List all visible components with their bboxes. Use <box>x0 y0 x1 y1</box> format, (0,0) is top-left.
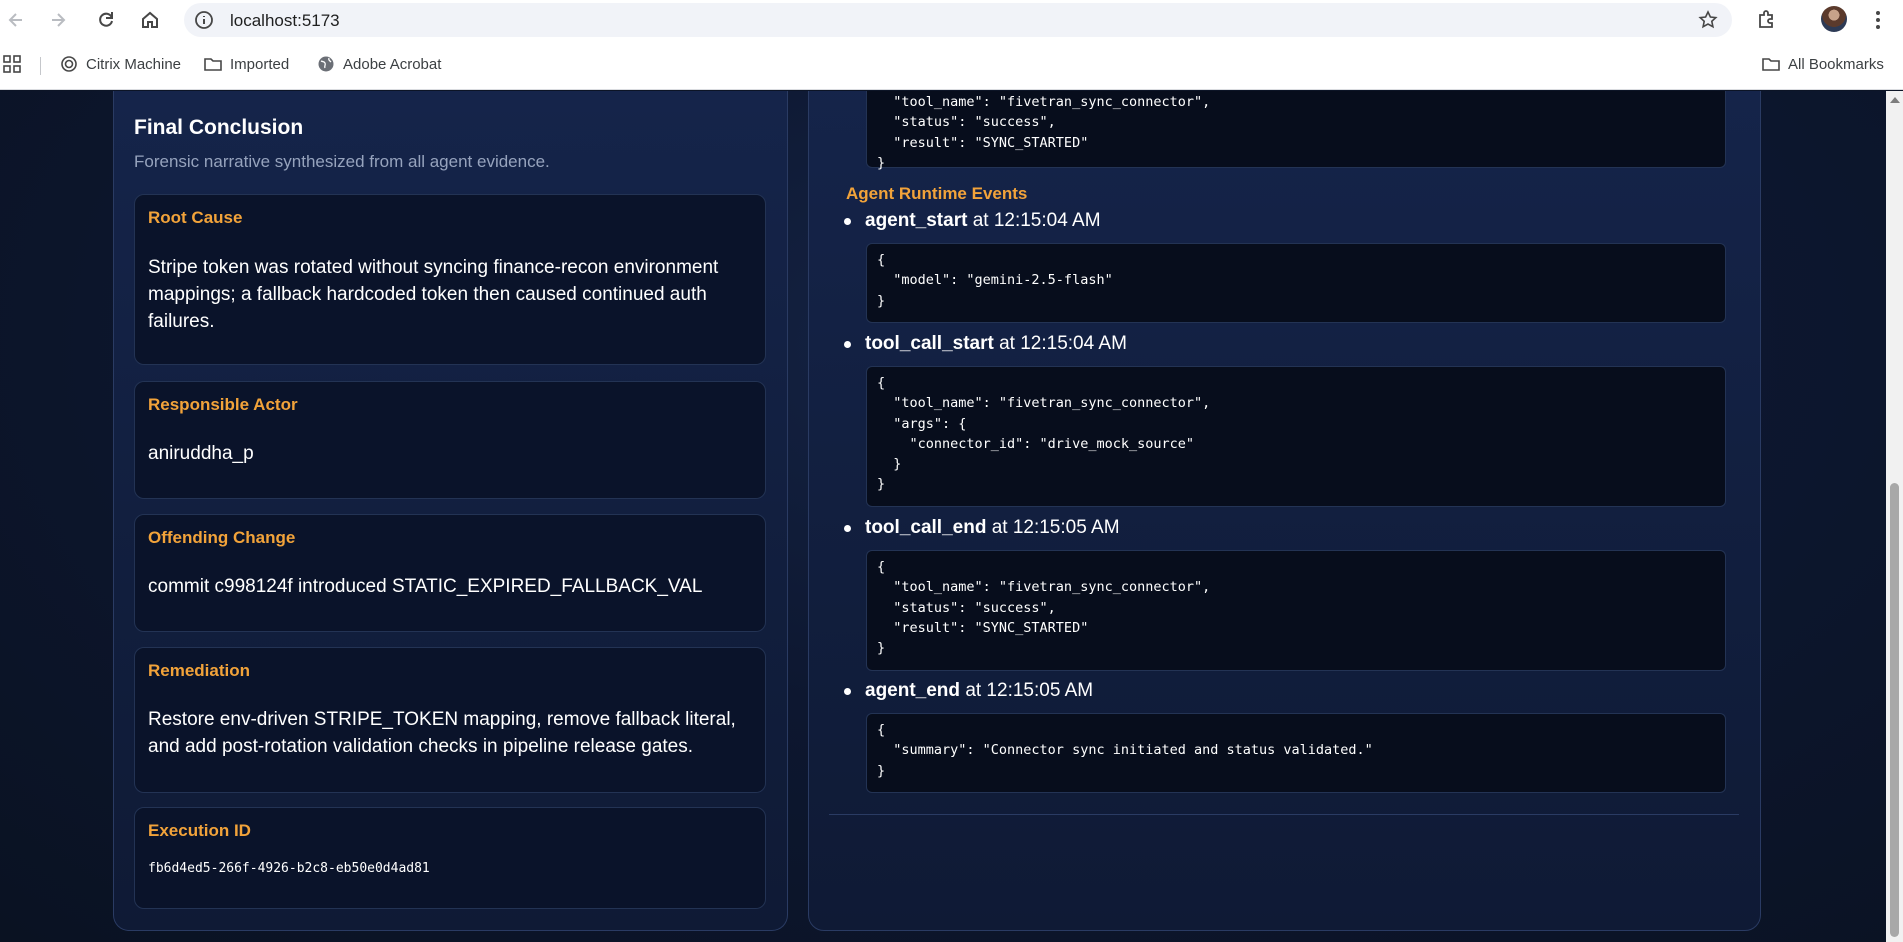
conclusion-subtitle: Forensic narrative synthesized from all … <box>134 152 550 171</box>
card-label: Root Cause <box>148 208 243 227</box>
scroll-up-arrow-icon[interactable] <box>1890 97 1900 103</box>
extensions-icon[interactable] <box>1755 8 1779 32</box>
bookmark-citrix[interactable]: Citrix Machine <box>60 55 181 73</box>
bookmark-imported[interactable]: Imported <box>204 55 289 73</box>
reload-button[interactable] <box>92 6 120 34</box>
url-text[interactable]: localhost:5173 <box>230 11 340 31</box>
bullet <box>844 524 851 532</box>
home-button[interactable] <box>136 6 164 34</box>
bookmarks-bar: Citrix Machine Imported Adobe Acrobat Al… <box>0 40 1903 90</box>
apps-button[interactable] <box>3 55 21 73</box>
scrollbar-thumb[interactable] <box>1890 483 1899 937</box>
profile-avatar[interactable] <box>1821 6 1847 32</box>
card-text: aniruddha_p <box>148 443 254 464</box>
offending-change-card: Offending Change commit c998124f introdu… <box>134 514 766 632</box>
bookmark-label: Imported <box>230 55 290 73</box>
responsible-actor-card: Responsible Actor aniruddha_p <box>134 381 766 499</box>
tool-output-code-block: "tool_name": "fivetran_sync_connector", … <box>866 91 1726 171</box>
bookmark-adobe-acrobat[interactable]: Adobe Acrobat <box>317 55 441 73</box>
browser-toolbar: localhost:5173 <box>0 0 1903 40</box>
event-agent-end: agent_end at 12:15:05 AM <box>844 680 1093 702</box>
bookmarks-separator <box>40 57 41 75</box>
bookmark-label: Adobe Acrobat <box>343 55 442 73</box>
apps-grid-icon <box>3 55 21 73</box>
runtime-events-heading: Agent Runtime Events <box>846 184 1028 203</box>
address-bar[interactable]: localhost:5173 <box>184 3 1732 37</box>
event-name: agent_end <box>865 680 961 701</box>
root-cause-card: Root Cause Stripe token was rotated with… <box>134 194 766 365</box>
event-payload-code: { "summary": "Connector sync initiated a… <box>866 713 1726 793</box>
card-label: Responsible Actor <box>148 395 298 414</box>
conclusion-title: Final Conclusion <box>134 116 304 139</box>
event-time: at 12:15:04 AM <box>999 333 1127 354</box>
card-text: Stripe token was rotated without syncing… <box>148 257 719 332</box>
inner-panel-bottom-border <box>829 814 1739 815</box>
execution-id-value: fb6d4ed5-266f-4926-b2c8-eb50e0d4ad81 <box>148 861 430 876</box>
event-payload-code: { "tool_name": "fivetran_sync_connector"… <box>866 366 1726 507</box>
agent-runtime-panel: "tool_name": "fivetran_sync_connector", … <box>808 91 1761 931</box>
event-payload-code: { "tool_name": "fivetran_sync_connector"… <box>866 550 1726 671</box>
bullet <box>844 217 851 225</box>
card-text: commit c998124f introduced STATIC_EXPIRE… <box>148 576 703 597</box>
event-time: at 12:15:05 AM <box>965 680 1094 701</box>
info-icon[interactable] <box>194 10 214 30</box>
event-agent-start: agent_start at 12:15:04 AM <box>844 210 1101 232</box>
globe-icon <box>318 56 334 72</box>
reload-icon <box>99 12 113 27</box>
citrix-icon <box>61 56 77 72</box>
all-bookmarks-button[interactable]: All Bookmarks <box>1762 55 1884 73</box>
page-viewport: Final Conclusion Forensic narrative synt… <box>0 91 1886 942</box>
forward-button[interactable] <box>44 6 72 34</box>
event-name: agent_start <box>865 210 968 231</box>
event-name: tool_call_start <box>865 333 994 354</box>
all-bookmarks-label: All Bookmarks <box>1788 55 1884 73</box>
card-label: Offending Change <box>148 528 296 547</box>
home-icon <box>142 11 158 28</box>
event-tool-call-end: tool_call_end at 12:15:05 AM <box>844 517 1120 539</box>
page-scrollbar[interactable] <box>1886 91 1903 942</box>
event-name: tool_call_end <box>865 517 987 538</box>
bullet <box>844 687 851 695</box>
card-label: Execution ID <box>148 821 251 840</box>
card-label: Remediation <box>148 661 251 680</box>
execution-id-card: Execution ID fb6d4ed5-266f-4926-b2c8-eb5… <box>134 807 766 909</box>
event-time: at 12:15:05 AM <box>991 517 1120 538</box>
arrow-right-icon <box>52 13 66 27</box>
final-conclusion-panel: Final Conclusion Forensic narrative synt… <box>113 91 788 931</box>
card-text: Restore env-driven STRIPE_TOKEN mapping,… <box>148 709 736 757</box>
event-tool-call-start: tool_call_start at 12:15:04 AM <box>844 333 1127 355</box>
back-button[interactable] <box>2 6 30 34</box>
bookmark-star-icon[interactable] <box>1698 10 1718 30</box>
arrow-left-icon <box>8 13 22 27</box>
event-time: at 12:15:04 AM <box>972 210 1101 231</box>
bullet <box>844 340 851 348</box>
folder-icon <box>204 58 222 71</box>
bookmark-label: Citrix Machine <box>86 55 182 73</box>
folder-icon <box>1762 58 1780 71</box>
remediation-card: Remediation Restore env-driven STRIPE_TO… <box>134 647 766 793</box>
more-menu-icon[interactable] <box>1868 8 1888 32</box>
event-payload-code: { "model": "gemini-2.5-flash" } <box>866 243 1726 323</box>
